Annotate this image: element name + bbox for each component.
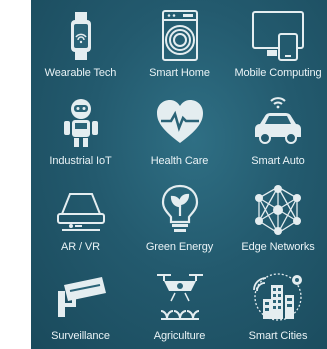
tile-surveillance[interactable]: Surveillance (31, 261, 130, 349)
lightbulb-plant-icon (151, 184, 209, 236)
tile-label: Health Care (150, 155, 209, 167)
tile-edge-networks[interactable]: Edge Networks (229, 174, 327, 261)
heart-pulse-icon (151, 97, 209, 149)
tile-agriculture[interactable]: Agriculture (130, 261, 229, 349)
security-camera-icon (52, 271, 110, 323)
washing-machine-icon (151, 10, 209, 62)
city-buildings-icon (249, 271, 307, 323)
tile-label: Mobile Computing (234, 67, 322, 79)
tile-health-care[interactable]: Health Care (130, 87, 229, 174)
tile-label: Green Energy (145, 241, 214, 253)
tile-label: AR / VR (60, 241, 101, 253)
devices-icon (249, 10, 307, 62)
tile-label: Smart Cities (248, 330, 308, 342)
connected-car-icon (249, 97, 307, 149)
drone-crops-icon (151, 271, 209, 323)
iot-applications-panel: Wearable Tech Smart Home Mobile Computin… (31, 0, 327, 349)
iot-tiles-grid: Wearable Tech Smart Home Mobile Computin… (31, 0, 327, 349)
tile-smart-auto[interactable]: Smart Auto (229, 87, 327, 174)
tile-label: Surveillance (51, 330, 110, 342)
tile-smart-cities[interactable]: Smart Cities (229, 261, 327, 349)
tile-industrial-iot[interactable]: Industrial IoT (31, 87, 130, 174)
tile-label: Agriculture (153, 330, 206, 342)
smartwatch-icon (52, 10, 110, 62)
tile-label: Smart Home (149, 67, 210, 79)
tile-label: Industrial IoT (49, 155, 112, 167)
network-mesh-icon (249, 184, 307, 236)
tile-label: Edge Networks (241, 241, 315, 253)
tile-wearable-tech[interactable]: Wearable Tech (31, 0, 130, 87)
tile-smart-home[interactable]: Smart Home (130, 0, 229, 87)
robot-icon (52, 97, 110, 149)
tile-label: Wearable Tech (44, 67, 117, 79)
tile-green-energy[interactable]: Green Energy (130, 174, 229, 261)
vr-glasses-icon (52, 184, 110, 236)
tile-ar-vr[interactable]: AR / VR (31, 174, 130, 261)
tile-mobile-computing[interactable]: Mobile Computing (229, 0, 327, 87)
tile-label: Smart Auto (251, 155, 305, 167)
